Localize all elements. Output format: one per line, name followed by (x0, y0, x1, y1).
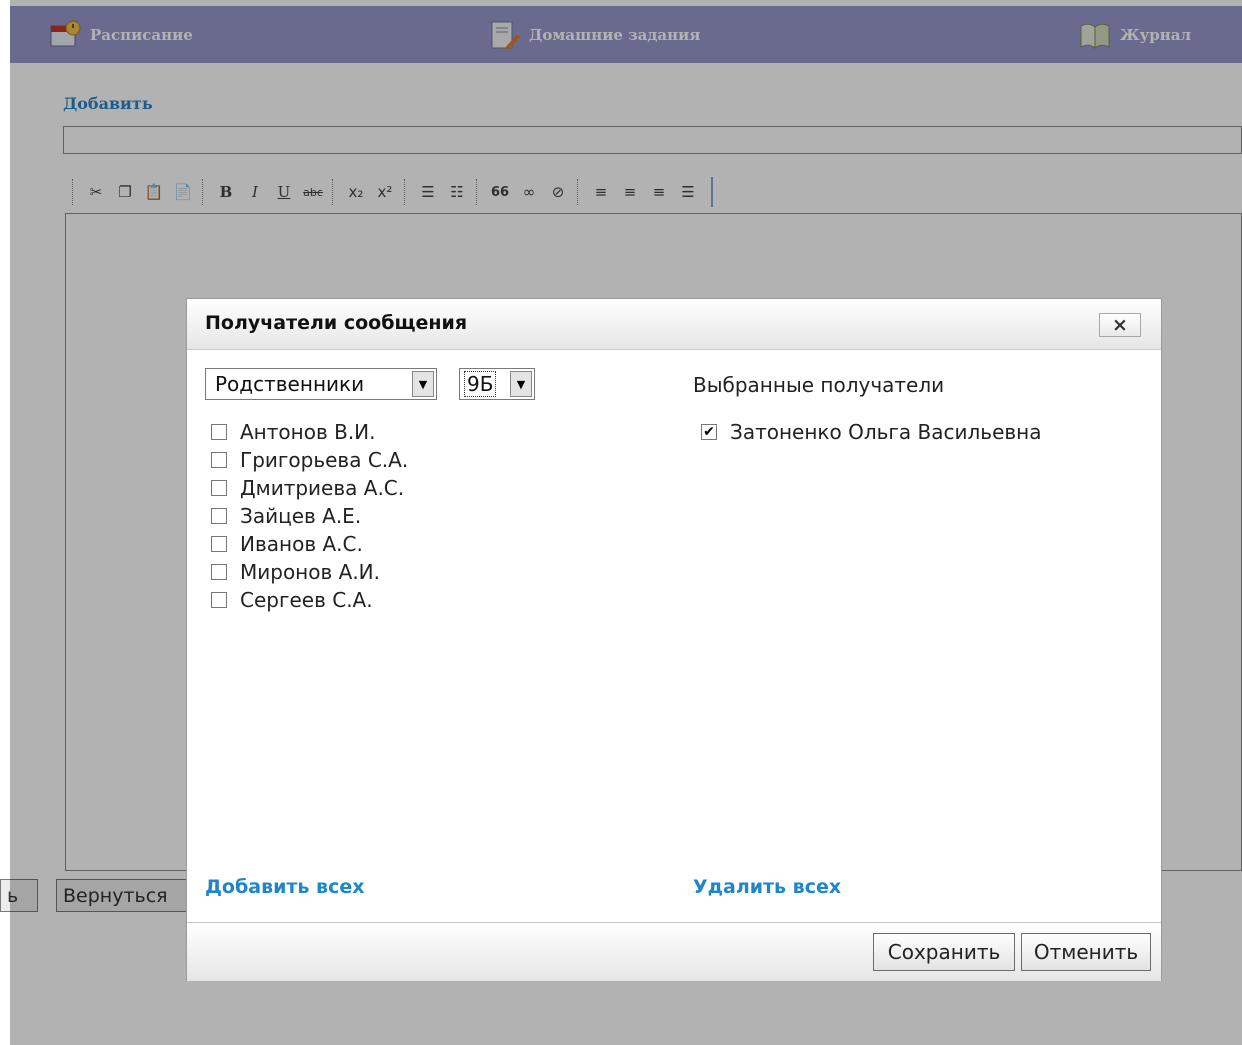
recipient-name: Антонов В.И. (240, 420, 376, 444)
checkbox[interactable] (211, 452, 227, 468)
selected-recipient-name: Затоненко Ольга Васильевна (730, 420, 1042, 444)
recipient-name: Дмитриева А.С. (240, 476, 405, 500)
list-item[interactable]: Григорьева С.А. (211, 446, 408, 474)
recipient-name: Зайцев А.Е. (240, 504, 362, 528)
checkbox[interactable] (211, 564, 227, 580)
list-item[interactable]: Сергеев С.А. (211, 586, 408, 614)
recipient-name: Григорьева С.А. (240, 448, 409, 472)
list-item[interactable]: Миронов А.И. (211, 558, 408, 586)
recipients-dialog: Получатели сообщения × Родственники ▼ 9Б… (186, 298, 1162, 981)
remove-all-link[interactable]: Удалить всех (693, 876, 841, 898)
add-all-link[interactable]: Добавить всех (205, 876, 364, 898)
list-item[interactable]: Иванов А.С. (211, 530, 408, 558)
role-select[interactable]: Родственники ▼ (205, 368, 437, 400)
role-select-value: Родственники (215, 372, 365, 396)
recipient-name: Иванов А.С. (240, 532, 363, 556)
selected-recipients-title: Выбранные получатели (693, 373, 945, 397)
class-select-value: 9Б (464, 371, 497, 397)
chevron-down-icon: ▼ (412, 371, 434, 397)
checkbox[interactable] (211, 508, 227, 524)
dialog-header: Получатели сообщения × (187, 299, 1161, 350)
list-item[interactable]: Дмитриева А.С. (211, 474, 408, 502)
list-item[interactable]: Антонов В.И. (211, 418, 408, 446)
chevron-down-icon: ▼ (510, 371, 532, 397)
selected-recipients-list: ✔ Затоненко Ольга Васильевна (701, 418, 1042, 446)
dialog-title: Получатели сообщения (205, 312, 468, 334)
list-item[interactable]: Зайцев А.Е. (211, 502, 408, 530)
class-select[interactable]: 9Б ▼ (459, 368, 535, 400)
recipient-name: Миронов А.И. (240, 560, 380, 584)
close-button[interactable]: × (1099, 313, 1141, 337)
recipient-name: Сергеев С.А. (240, 588, 373, 612)
save-button[interactable]: Сохранить (873, 933, 1015, 971)
checkbox[interactable] (211, 480, 227, 496)
recipients-list: Антонов В.И. Григорьева С.А. Дмитриева А… (211, 418, 408, 614)
checkbox[interactable] (211, 592, 227, 608)
checkbox-checked[interactable]: ✔ (701, 424, 717, 440)
checkbox[interactable] (211, 424, 227, 440)
list-item[interactable]: ✔ Затоненко Ольга Васильевна (701, 418, 1042, 446)
checkbox[interactable] (211, 536, 227, 552)
cancel-button[interactable]: Отменить (1021, 933, 1151, 971)
dialog-footer: Сохранить Отменить (187, 922, 1161, 981)
close-icon: × (1112, 314, 1128, 336)
